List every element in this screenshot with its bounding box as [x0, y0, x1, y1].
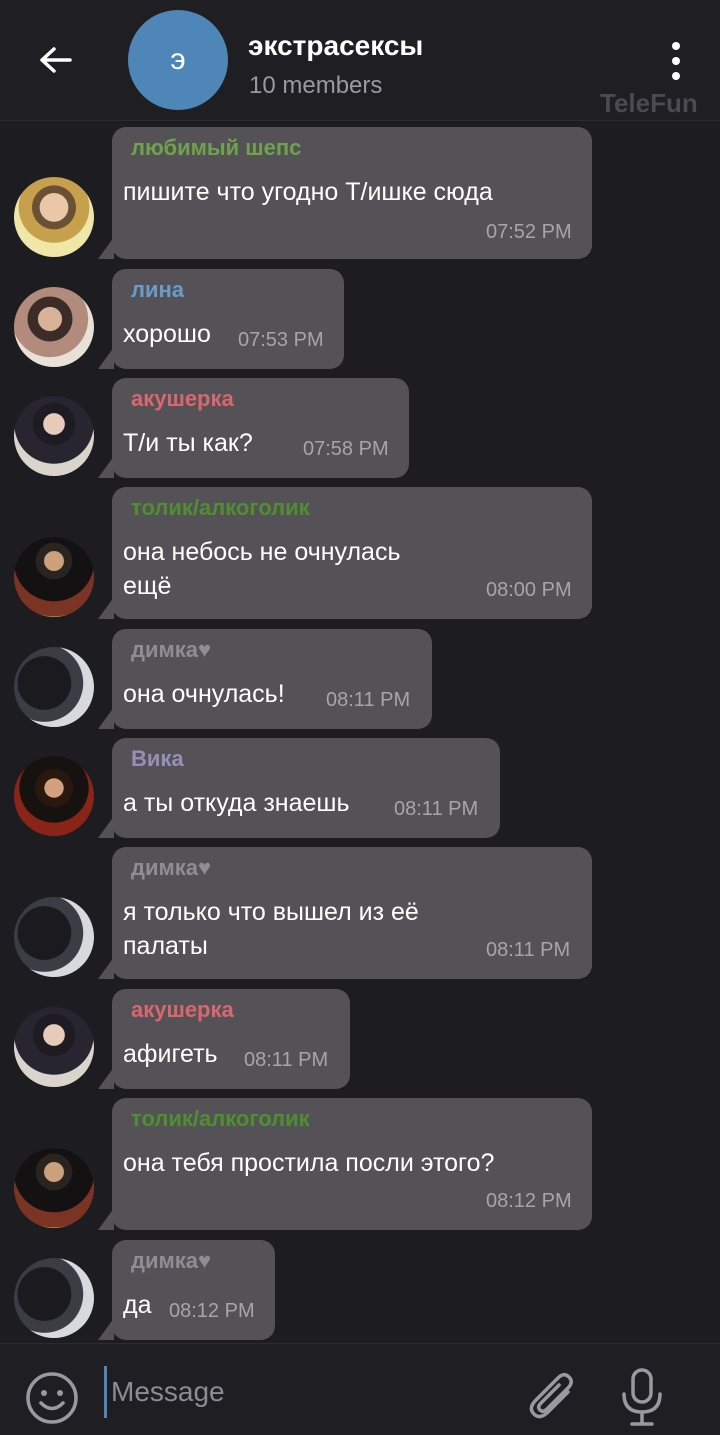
sender-name[interactable]: акушерка: [131, 997, 234, 1023]
chat-header: э экстрасексы 10 members TeleFun: [0, 0, 720, 121]
message-bubble[interactable]: димка♥ да 08:12 PM: [98, 1240, 275, 1340]
message-time: 08:12 PM: [486, 1190, 572, 1212]
message-text: она небось не очнулась: [123, 538, 401, 566]
paperclip-icon: [529, 1373, 573, 1419]
sender-avatar[interactable]: [14, 1148, 94, 1228]
message-time: 08:11 PM: [326, 689, 411, 711]
message-row: димка♥ да 08:12 PM: [0, 1240, 720, 1340]
message-bubble[interactable]: димка♥ я только что вышел из её палаты 08:1…: [98, 847, 592, 979]
message-text: Т/и ты как?: [123, 429, 253, 457]
message-bubble[interactable]: акушерка афигеть 08:11 PM: [98, 989, 350, 1089]
message-input[interactable]: [104, 1366, 513, 1418]
microphone-icon: [622, 1368, 662, 1426]
watermark: TeleFun: [600, 88, 698, 118]
voice-button[interactable]: [618, 1366, 666, 1428]
sender-name[interactable]: Вика: [131, 746, 184, 772]
message-text: а ты откуда знаешь: [123, 789, 350, 817]
arrow-left-icon: [40, 47, 72, 73]
sender-name[interactable]: толик/алкоголик: [131, 495, 310, 521]
sender-avatar[interactable]: [14, 537, 94, 617]
message-row: толик/алкоголик она тебя простила посли э…: [0, 1098, 720, 1230]
sender-name[interactable]: димка♥: [131, 855, 211, 881]
message-text: я только что вышел из её: [123, 898, 419, 926]
sender-avatar[interactable]: [14, 647, 94, 727]
message-row: толик/алкоголик она небось не очнулась ещё…: [0, 487, 720, 619]
sender-avatar[interactable]: [14, 1258, 94, 1338]
attach-button[interactable]: [526, 1370, 580, 1426]
sender-avatar[interactable]: [14, 287, 94, 367]
message-row: Вика а ты откуда знаешь 08:11 PM: [0, 738, 720, 838]
dots-vertical-icon: [672, 42, 680, 50]
message-bubble[interactable]: димка♥ она очнулась! 08:11 PM: [98, 629, 432, 729]
message-row: димка♥ я только что вышел из её палаты 08:1…: [0, 847, 720, 979]
message-bubble[interactable]: толик/алкоголик она тебя простила посли э…: [98, 1098, 592, 1230]
message-text: ещё: [123, 572, 172, 600]
message-time: 08:11 PM: [486, 939, 571, 961]
group-avatar-letter: э: [170, 43, 186, 76]
message-time: 08:11 PM: [394, 798, 479, 820]
sender-name[interactable]: лина: [131, 277, 184, 303]
sender-name[interactable]: любимый шепс: [131, 135, 301, 161]
chat-title[interactable]: экстрасексы: [248, 30, 423, 62]
sender-name[interactable]: акушерка: [131, 386, 234, 412]
message-bubble[interactable]: любимый шепс пишите что угодно Т/ишке сюд…: [98, 127, 592, 259]
message-time: 07:58 PM: [303, 438, 389, 460]
message-time: 08:00 PM: [486, 579, 572, 601]
more-menu-button[interactable]: [660, 36, 692, 86]
message-text: палаты: [123, 932, 208, 960]
message-row: акушерка Т/и ты как? 07:58 PM: [0, 378, 720, 478]
back-button[interactable]: [30, 38, 78, 86]
message-text: пишите что угодно Т/ишке сюда: [123, 178, 493, 206]
sender-name[interactable]: димка♥: [131, 637, 211, 663]
message-text: хорошо: [123, 320, 211, 348]
message-text: она очнулась!: [123, 680, 285, 708]
sender-avatar[interactable]: [14, 897, 94, 977]
message-text: да: [123, 1291, 152, 1319]
smiley-icon: [26, 1372, 78, 1424]
message-bubble[interactable]: толик/алкоголик она небось не очнулась ещё…: [98, 487, 592, 619]
group-avatar[interactable]: э: [128, 10, 228, 110]
sender-avatar[interactable]: [14, 756, 94, 836]
message-bubble[interactable]: Вика а ты откуда знаешь 08:11 PM: [98, 738, 500, 838]
message-row: любимый шепс пишите что угодно Т/ишке сюд…: [0, 127, 720, 259]
message-time: 07:53 PM: [238, 329, 324, 351]
member-count: 10 members: [249, 72, 383, 99]
message-text: она тебя простила посли этого?: [123, 1149, 495, 1177]
message-row: димка♥ она очнулась! 08:11 PM: [0, 629, 720, 729]
sender-avatar[interactable]: [14, 177, 94, 257]
message-row: акушерка афигеть 08:11 PM: [0, 989, 720, 1089]
message-row: лина хорошо 07:53 PM: [0, 269, 720, 369]
emoji-button[interactable]: [24, 1370, 80, 1426]
sender-name[interactable]: димка♥: [131, 1248, 211, 1274]
message-composer: [0, 1343, 720, 1435]
message-time: 08:11 PM: [244, 1049, 329, 1071]
message-bubble[interactable]: лина хорошо 07:53 PM: [98, 269, 344, 369]
sender-avatar[interactable]: [14, 1007, 94, 1087]
message-text: афигеть: [123, 1040, 218, 1068]
message-list[interactable]: любимый шепс пишите что угодно Т/ишке сюд…: [0, 121, 720, 1343]
message-time: 07:52 PM: [486, 221, 572, 243]
sender-name[interactable]: толик/алкоголик: [131, 1106, 310, 1132]
message-time: 08:12 PM: [169, 1300, 255, 1322]
message-bubble[interactable]: акушерка Т/и ты как? 07:58 PM: [98, 378, 409, 478]
sender-avatar[interactable]: [14, 396, 94, 476]
